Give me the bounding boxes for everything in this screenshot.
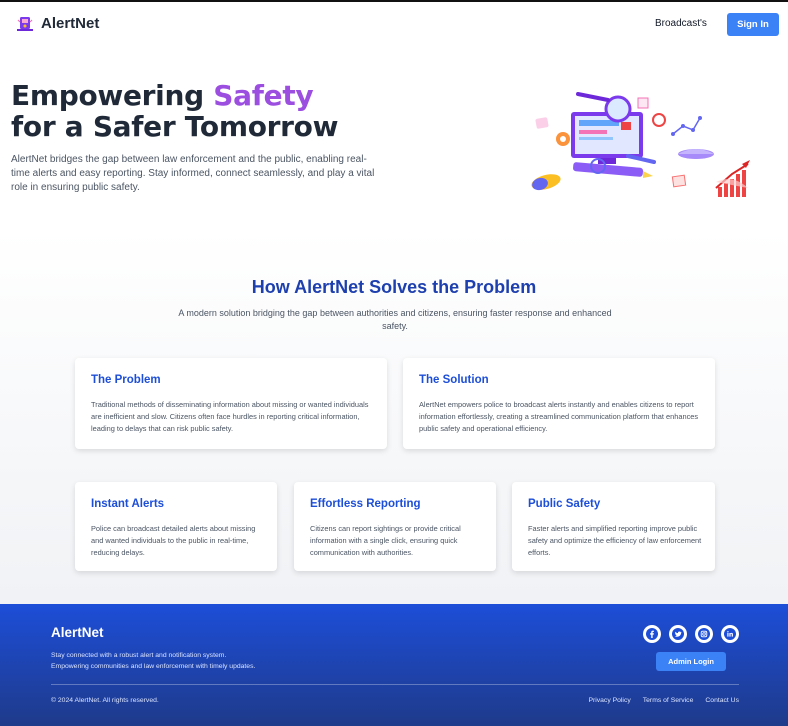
analytics-illustration-icon xyxy=(531,92,750,197)
card-title: The Solution xyxy=(419,374,489,386)
card-text: Traditional methods of disseminating inf… xyxy=(91,400,369,433)
facebook-icon[interactable] xyxy=(643,625,661,643)
section-subtitle: A modern solution bridging the gap betwe… xyxy=(178,308,612,331)
card-text: Citizens can report sightings or provide… xyxy=(310,524,461,557)
footer-links: Privacy Policy Terms of Service Contact … xyxy=(588,697,739,704)
footer-desc-line1: Stay connected with a robust alert and n… xyxy=(51,652,227,659)
card-effortless-reporting: Effortless Reporting Citizens can report… xyxy=(294,482,496,571)
hero-description: AlertNet bridges the gap between law enf… xyxy=(11,154,375,193)
contact-us-link[interactable]: Contact Us xyxy=(705,697,739,704)
card-the-problem: The Problem Traditional methods of disse… xyxy=(75,358,387,449)
twitter-icon[interactable] xyxy=(669,625,687,643)
footer-divider xyxy=(51,684,739,685)
brand-logo[interactable]: AlertNet xyxy=(16,14,99,32)
card-title: Effortless Reporting xyxy=(310,498,421,510)
card-public-safety: Public Safety Faster alerts and simplifi… xyxy=(512,482,715,571)
card-text: Faster alerts and simplified reporting i… xyxy=(528,524,702,557)
section-title: How AlertNet Solves the Problem xyxy=(251,277,537,297)
footer-description: Stay connected with a robust alert and n… xyxy=(51,650,255,672)
sign-in-button[interactable]: Sign In xyxy=(727,13,779,36)
footer-brand: AlertNet xyxy=(51,625,104,640)
hero-title-accent: Safety xyxy=(213,79,314,112)
linkedin-icon[interactable] xyxy=(721,625,739,643)
privacy-policy-link[interactable]: Privacy Policy xyxy=(588,697,630,704)
nav-link-broadcasts[interactable]: Broadcast's xyxy=(655,18,707,29)
hero-title: Empowering Safety for a Safer Tomorrow xyxy=(11,80,338,142)
top-navbar: AlertNet Broadcast's Sign In xyxy=(0,2,788,46)
social-links xyxy=(643,625,739,643)
card-instant-alerts: Instant Alerts Police can broadcast deta… xyxy=(75,482,277,571)
card-title: Instant Alerts xyxy=(91,498,165,510)
card-title: The Problem xyxy=(91,374,161,386)
site-footer: AlertNet Stay connected with a robust al… xyxy=(0,604,788,726)
hero-title-line2: for a Safer Tomorrow xyxy=(11,110,339,143)
card-title: Public Safety xyxy=(528,498,601,510)
terms-of-service-link[interactable]: Terms of Service xyxy=(643,697,694,704)
brand-name: AlertNet xyxy=(41,14,100,32)
footer-desc-line2: Empowering communities and law enforceme… xyxy=(51,663,256,670)
card-the-solution: The Solution AlertNet empowers police to… xyxy=(403,358,715,449)
card-text: Police can broadcast detailed alerts abo… xyxy=(91,524,256,557)
instagram-icon[interactable] xyxy=(695,625,713,643)
alertnet-logo-icon xyxy=(17,17,33,31)
copyright-text: © 2024 AlertNet. All rights reserved. xyxy=(51,697,159,704)
hero-title-part1: Empowering xyxy=(11,79,214,112)
admin-login-button[interactable]: Admin Login xyxy=(656,652,726,671)
card-text: AlertNet empowers police to broadcast al… xyxy=(419,400,699,433)
